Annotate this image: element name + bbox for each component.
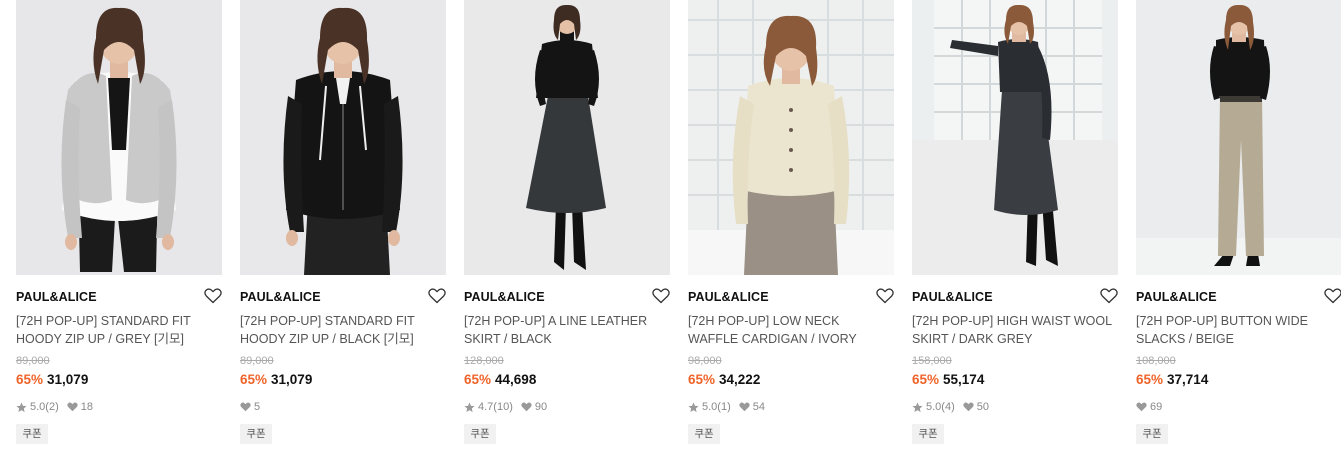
review-count: (10) [493, 401, 513, 413]
product-card[interactable]: PAUL&ALICE [72H POP-UP] A LINE LEATHER S… [464, 0, 670, 459]
product-meta: 5.0 (1) 54 [688, 400, 765, 414]
heart-filled-icon [67, 402, 78, 412]
product-image[interactable] [688, 0, 894, 275]
product-meta: 5.0 (2) 18 [16, 400, 93, 414]
sale-price: 65% 34,222 [688, 372, 760, 387]
coupon-badge: 쿠폰 [16, 424, 48, 444]
heart-outline-icon[interactable] [428, 288, 446, 304]
coupon-badge: 쿠폰 [688, 424, 720, 444]
product-name[interactable]: [72H POP-UP] HIGH WAIST WOOL SKIRT / DAR… [912, 312, 1112, 348]
product-name[interactable]: [72H POP-UP] STANDARD FIT HOODY ZIP UP /… [240, 312, 440, 348]
product-grid: PAUL&ALICE [72H POP-UP] STANDARD FIT HOO… [0, 0, 1341, 459]
price: 31,079 [47, 372, 89, 387]
product-name[interactable]: [72H POP-UP] A LINE LEATHER SKIRT / BLAC… [464, 312, 664, 348]
product-card[interactable]: PAUL&ALICE [72H POP-UP] LOW NECK WAFFLE … [688, 0, 894, 459]
star-icon [912, 401, 923, 413]
heart-filled-icon [1136, 402, 1147, 412]
heart-outline-icon[interactable] [876, 288, 894, 304]
star-icon [688, 401, 699, 413]
sale-price: 65% 44,698 [464, 372, 536, 387]
product-image[interactable] [16, 0, 222, 275]
coupon-badge: 쿠폰 [1136, 424, 1168, 444]
heart-outline-icon[interactable] [652, 288, 670, 304]
brand-name[interactable]: PAUL&ALICE [464, 290, 545, 304]
like-count: 54 [752, 401, 765, 413]
product-card[interactable]: PAUL&ALICE [72H POP-UP] BUTTON WIDE SLAC… [1136, 0, 1341, 459]
coupon-badge: 쿠폰 [912, 424, 944, 444]
rating: 5.0 [702, 401, 718, 413]
original-price: 89,000 [16, 355, 50, 367]
product-card[interactable]: PAUL&ALICE [72H POP-UP] HIGH WAIST WOOL … [912, 0, 1118, 459]
sale-price: 65% 37,714 [1136, 372, 1208, 387]
price: 37,714 [1167, 372, 1209, 387]
review-count: (4) [941, 401, 955, 413]
brand-row: PAUL&ALICE [16, 288, 222, 306]
sale-price: 65% 31,079 [240, 372, 312, 387]
like-count: 18 [80, 401, 93, 413]
discount-rate: 65% [240, 372, 268, 387]
product-meta: 5 [240, 400, 260, 414]
review-count: (2) [45, 401, 59, 413]
sale-price: 65% 31,079 [16, 372, 88, 387]
discount-rate: 65% [688, 372, 716, 387]
brand-row: PAUL&ALICE [1136, 288, 1341, 306]
product-meta: 4.7 (10) 90 [464, 400, 547, 414]
original-price: 108,000 [1136, 355, 1176, 367]
original-price: 98,000 [688, 355, 722, 367]
heart-filled-icon [963, 402, 974, 412]
brand-name[interactable]: PAUL&ALICE [688, 290, 769, 304]
heart-outline-icon[interactable] [1100, 288, 1118, 304]
heart-filled-icon [240, 402, 251, 412]
heart-filled-icon [521, 402, 532, 412]
heart-filled-icon [739, 402, 750, 412]
review-count: (1) [717, 401, 731, 413]
brand-name[interactable]: PAUL&ALICE [912, 290, 993, 304]
coupon-badge: 쿠폰 [240, 424, 272, 444]
product-image[interactable] [240, 0, 446, 275]
like-count: 90 [534, 401, 548, 413]
product-image[interactable] [464, 0, 670, 275]
brand-name[interactable]: PAUL&ALICE [240, 290, 321, 304]
rating: 4.7 [478, 401, 494, 413]
price: 44,698 [495, 372, 537, 387]
product-image[interactable] [1136, 0, 1341, 275]
brand-name[interactable]: PAUL&ALICE [1136, 290, 1217, 304]
brand-row: PAUL&ALICE [240, 288, 446, 306]
product-image[interactable] [912, 0, 1118, 275]
original-price: 128,000 [464, 355, 504, 367]
discount-rate: 65% [1136, 372, 1164, 387]
like-count: 5 [254, 401, 261, 413]
product-meta: 69 [1136, 400, 1162, 414]
product-card[interactable]: PAUL&ALICE [72H POP-UP] STANDARD FIT HOO… [240, 0, 446, 459]
product-name[interactable]: [72H POP-UP] LOW NECK WAFFLE CARDIGAN / … [688, 312, 888, 348]
star-icon [16, 401, 27, 413]
star-icon [464, 401, 475, 413]
price: 34,222 [719, 372, 761, 387]
discount-rate: 65% [912, 372, 940, 387]
coupon-badge: 쿠폰 [464, 424, 496, 444]
discount-rate: 65% [16, 372, 44, 387]
heart-outline-icon[interactable] [204, 288, 222, 304]
brand-row: PAUL&ALICE [464, 288, 670, 306]
price: 31,079 [271, 372, 313, 387]
brand-row: PAUL&ALICE [688, 288, 894, 306]
price: 55,174 [943, 372, 985, 387]
like-count: 50 [976, 401, 989, 413]
rating: 5.0 [926, 401, 942, 413]
original-price: 89,000 [240, 355, 274, 367]
product-name[interactable]: [72H POP-UP] BUTTON WIDE SLACKS / BEIGE [1136, 312, 1336, 348]
like-count: 69 [1150, 401, 1163, 413]
product-name[interactable]: [72H POP-UP] STANDARD FIT HOODY ZIP UP /… [16, 312, 216, 348]
sale-price: 65% 55,174 [912, 372, 984, 387]
rating: 5.0 [30, 401, 46, 413]
product-meta: 5.0 (4) 50 [912, 400, 989, 414]
discount-rate: 65% [464, 372, 492, 387]
brand-name[interactable]: PAUL&ALICE [16, 290, 97, 304]
product-card[interactable]: PAUL&ALICE [72H POP-UP] STANDARD FIT HOO… [16, 0, 222, 459]
original-price: 158,000 [912, 355, 952, 367]
brand-row: PAUL&ALICE [912, 288, 1118, 306]
heart-outline-icon[interactable] [1324, 288, 1341, 304]
